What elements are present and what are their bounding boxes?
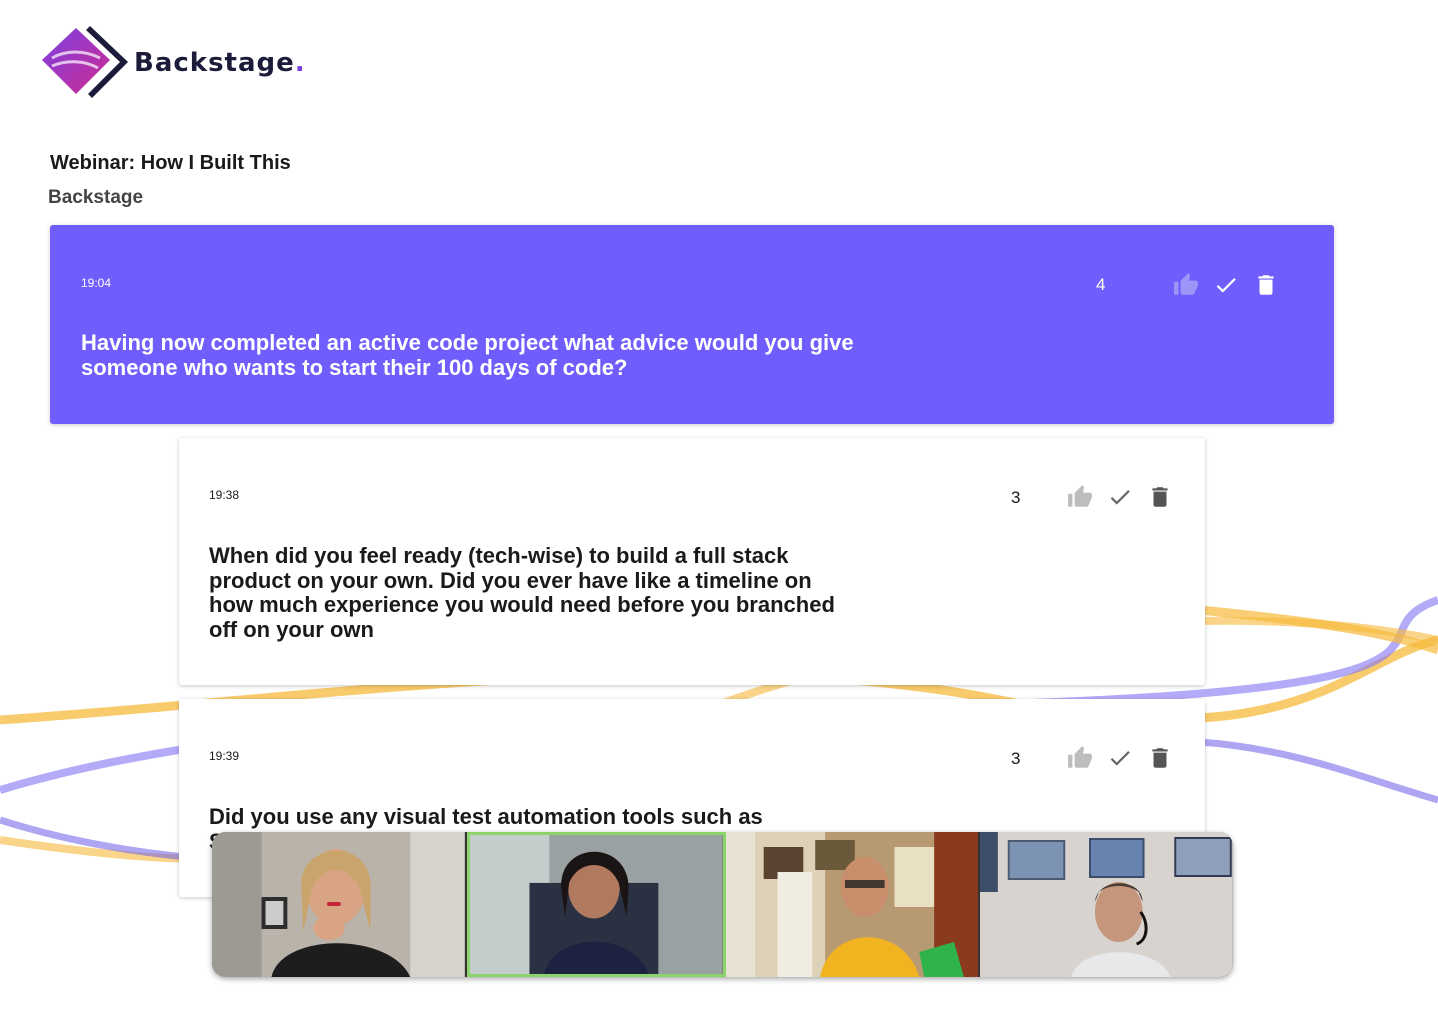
video-tile-participant-4[interactable] bbox=[980, 832, 1233, 977]
delete-button[interactable] bbox=[1147, 484, 1173, 510]
question-time: 19:04 bbox=[81, 276, 112, 290]
question-time: 19:38 bbox=[209, 488, 240, 502]
question-text: When did you feel ready (tech-wise) to b… bbox=[209, 543, 835, 642]
trash-icon bbox=[1152, 487, 1168, 507]
event-title: Webinar: How I Built This bbox=[50, 152, 291, 174]
video-tile-participant-2[interactable] bbox=[466, 832, 726, 977]
delete-button[interactable] bbox=[1147, 745, 1173, 771]
question-actions bbox=[1067, 484, 1173, 510]
question-text: Having now completed an active code proj… bbox=[81, 330, 854, 380]
participant-video bbox=[980, 832, 1233, 977]
question-time: 19:39 bbox=[209, 749, 240, 763]
mark-answered-button[interactable] bbox=[1213, 272, 1239, 298]
trash-icon bbox=[1152, 748, 1168, 768]
vote-count: 3 bbox=[1011, 488, 1021, 507]
brand-name: Backstage. bbox=[134, 48, 306, 78]
upvote-button[interactable] bbox=[1173, 272, 1199, 298]
thumb-up-icon bbox=[1068, 485, 1092, 507]
participant-video bbox=[212, 832, 465, 977]
event-organizer: Backstage bbox=[48, 187, 144, 208]
check-icon bbox=[1110, 490, 1130, 505]
thumb-up-icon bbox=[1174, 273, 1198, 295]
upvote-button[interactable] bbox=[1067, 745, 1093, 771]
participant-video bbox=[469, 835, 723, 974]
video-tile-participant-1[interactable] bbox=[212, 832, 467, 977]
trash-icon bbox=[1258, 275, 1274, 295]
video-tile-participant-3[interactable] bbox=[725, 832, 981, 977]
participant-video bbox=[725, 832, 979, 977]
backstage-logo-icon bbox=[42, 26, 128, 98]
check-icon bbox=[1110, 751, 1130, 766]
question-card[interactable]: 19:38 3 When did you feel ready (tech-wi… bbox=[179, 438, 1205, 685]
thumb-up-icon bbox=[1068, 746, 1092, 768]
question-actions bbox=[1173, 272, 1279, 298]
question-card-active[interactable]: 19:04 4 Having now completed an active c… bbox=[50, 225, 1334, 424]
delete-button[interactable] bbox=[1253, 272, 1279, 298]
vote-count: 4 bbox=[1096, 275, 1106, 294]
upvote-button[interactable] bbox=[1067, 484, 1093, 510]
mark-answered-button[interactable] bbox=[1107, 745, 1133, 771]
mark-answered-button[interactable] bbox=[1107, 484, 1133, 510]
video-call-strip[interactable] bbox=[212, 832, 1233, 977]
check-icon bbox=[1216, 278, 1236, 293]
vote-count: 3 bbox=[1011, 749, 1021, 768]
brand-logo[interactable]: Backstage. bbox=[38, 24, 306, 100]
question-actions bbox=[1067, 745, 1173, 771]
